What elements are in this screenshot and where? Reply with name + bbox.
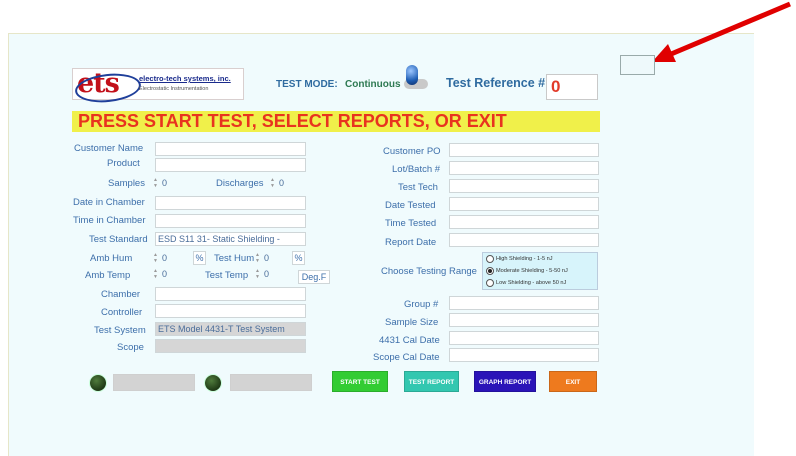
date-in-chamber-field[interactable] bbox=[155, 196, 306, 210]
scope-cal-date-field[interactable] bbox=[449, 348, 599, 362]
amb-temp-stepper[interactable]: ▲ ▼ 0 bbox=[153, 267, 175, 281]
amb-hum-label: Amb Hum bbox=[90, 253, 133, 264]
unlabeled-box[interactable] bbox=[620, 55, 655, 75]
test-temp-stepper[interactable]: ▲ ▼ 0 bbox=[255, 267, 277, 281]
scope-cal-date-label: Scope Cal Date bbox=[373, 352, 440, 363]
radio-selected-icon[interactable] bbox=[486, 266, 494, 275]
discharges-value: 0 bbox=[279, 178, 285, 188]
report-date-field[interactable] bbox=[449, 233, 599, 247]
discharges-stepper[interactable]: ▲ ▼ 0 bbox=[270, 176, 292, 190]
lot-batch-field[interactable] bbox=[449, 161, 599, 175]
range-option-label: Moderate Shielding - 5-50 nJ bbox=[496, 268, 568, 274]
test-system-label: Test System bbox=[94, 325, 146, 336]
test-system-field: ETS Model 4431-T Test System bbox=[155, 322, 306, 336]
spinner-arrows-icon[interactable]: ▲ ▼ bbox=[255, 268, 261, 280]
test-tech-label: Test Tech bbox=[398, 182, 438, 193]
samples-value: 0 bbox=[162, 178, 168, 188]
company-name: electro-tech systems, inc. bbox=[139, 74, 231, 83]
spinner-arrows-icon[interactable]: ▲ ▼ bbox=[153, 177, 159, 189]
group-label: Group # bbox=[404, 299, 439, 310]
test-temp-label: Test Temp bbox=[205, 270, 249, 281]
sample-size-field[interactable] bbox=[449, 313, 599, 327]
customer-name-field[interactable] bbox=[155, 142, 306, 156]
date-in-chamber-label: Date in Chamber bbox=[73, 197, 145, 208]
amb-hum-unit: % bbox=[193, 251, 206, 265]
range-option-label: Low Shielding - above 50 nJ bbox=[496, 280, 567, 286]
range-option-low[interactable]: Low Shielding - above 50 nJ bbox=[486, 278, 566, 289]
exit-button[interactable]: EXIT bbox=[549, 371, 597, 392]
test-hum-value: 0 bbox=[264, 253, 270, 263]
test-mode-label: TEST MODE: bbox=[276, 79, 338, 90]
test-report-button[interactable]: TEST REPORT bbox=[404, 371, 459, 392]
range-option-moderate[interactable]: Moderate Shielding - 5-50 nJ bbox=[486, 266, 568, 277]
lot-batch-label: Lot/Batch # bbox=[392, 164, 441, 175]
date-tested-label: Date Tested bbox=[385, 200, 436, 211]
test-hum-unit: % bbox=[292, 251, 305, 265]
time-tested-field[interactable] bbox=[449, 215, 599, 229]
test-reference-label: Test Reference # bbox=[446, 76, 546, 90]
samples-label: Samples bbox=[108, 178, 145, 189]
scope-field bbox=[155, 339, 306, 353]
graph-report-button[interactable]: GRAPH REPORT bbox=[474, 371, 536, 392]
customer-po-label: Customer PO bbox=[383, 146, 441, 157]
test-hum-label: Test Hum bbox=[214, 253, 255, 264]
report-date-label: Report Date bbox=[385, 237, 437, 248]
test-temp-value: 0 bbox=[264, 269, 270, 279]
time-in-chamber-field[interactable] bbox=[155, 214, 306, 228]
test-standard-label: Test Standard bbox=[89, 234, 148, 245]
testing-range-radio-group: High Shielding - 1-5 nJ Moderate Shieldi… bbox=[482, 252, 598, 290]
customer-name-label: Customer Name bbox=[74, 143, 144, 154]
product-label: Product bbox=[107, 158, 140, 169]
range-option-high[interactable]: High Shielding - 1-5 nJ bbox=[486, 254, 553, 265]
cal-date-4431-field[interactable] bbox=[449, 331, 599, 345]
amb-hum-stepper[interactable]: ▲ ▼ 0 bbox=[153, 251, 175, 265]
chamber-field[interactable] bbox=[155, 287, 306, 301]
amb-hum-value: 0 bbox=[162, 253, 168, 263]
test-mode-value: Continuous bbox=[345, 79, 401, 90]
time-in-chamber-label: Time in Chamber bbox=[73, 215, 146, 226]
amb-temp-value: 0 bbox=[162, 269, 168, 279]
sample-size-label: Sample Size bbox=[385, 317, 439, 328]
date-tested-field[interactable] bbox=[449, 197, 599, 211]
samples-stepper[interactable]: ▲ ▼ 0 bbox=[153, 176, 175, 190]
cal-date-4431-label: 4431 Cal Date bbox=[379, 335, 440, 346]
spinner-arrows-icon[interactable]: ▲ ▼ bbox=[255, 252, 261, 264]
scope-label: Scope bbox=[117, 342, 144, 353]
group-field[interactable] bbox=[449, 296, 599, 310]
spinner-arrows-icon[interactable]: ▲ ▼ bbox=[153, 268, 159, 280]
test-standard-field[interactable]: ESD S11 31- Static Shielding - bbox=[155, 232, 306, 246]
amb-temp-label: Amb Temp bbox=[85, 270, 131, 281]
toggle-switch-icon[interactable] bbox=[398, 65, 432, 91]
company-tagline: Electrostatic Instrumentation bbox=[139, 86, 209, 92]
controller-label: Controller bbox=[101, 307, 143, 318]
discharges-label: Discharges bbox=[216, 178, 264, 189]
status-led-icon bbox=[90, 375, 106, 391]
range-option-label: High Shielding - 1-5 nJ bbox=[496, 256, 553, 262]
logo-mark: ets bbox=[77, 68, 120, 99]
test-hum-stepper[interactable]: ▲ ▼ 0 bbox=[255, 251, 277, 265]
controller-field[interactable] bbox=[155, 304, 306, 318]
test-reference-field[interactable]: 0 bbox=[546, 74, 598, 100]
status-display-1 bbox=[113, 374, 195, 391]
instruction-banner: PRESS START TEST, SELECT REPORTS, OR EXI… bbox=[72, 111, 600, 132]
product-field[interactable] bbox=[155, 158, 306, 172]
radio-icon[interactable] bbox=[486, 254, 494, 263]
time-tested-label: Time Tested bbox=[385, 218, 437, 229]
ets-logo: ets electro-tech systems, inc. Electrost… bbox=[72, 68, 244, 100]
temp-unit-button[interactable]: Deg.F bbox=[298, 270, 330, 284]
spinner-arrows-icon[interactable]: ▲ ▼ bbox=[270, 177, 276, 189]
spinner-arrows-icon[interactable]: ▲ ▼ bbox=[153, 252, 159, 264]
choose-range-label: Choose Testing Range bbox=[381, 266, 477, 277]
status-display-2 bbox=[230, 374, 312, 391]
status-led-icon bbox=[205, 375, 221, 391]
customer-po-field[interactable] bbox=[449, 143, 599, 157]
radio-icon[interactable] bbox=[486, 278, 494, 287]
start-test-button[interactable]: START TEST bbox=[332, 371, 388, 392]
test-tech-field[interactable] bbox=[449, 179, 599, 193]
chamber-label: Chamber bbox=[101, 289, 141, 300]
